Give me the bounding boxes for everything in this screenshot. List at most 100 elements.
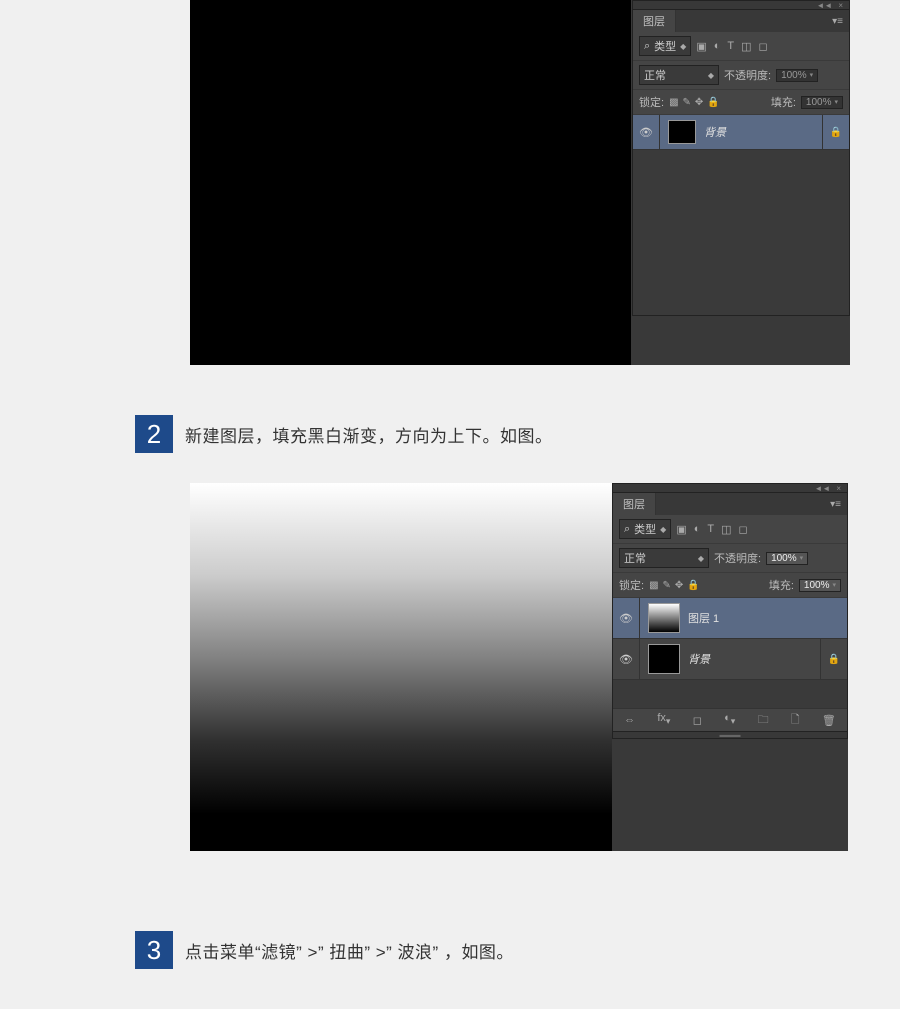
new-layer-icon[interactable]: 🗋 <box>791 711 800 730</box>
lock-row: 锁定: ▩ ✎ ✥ 🔒 填充: 100% ▾ <box>633 90 849 115</box>
lock-label: 锁定: <box>619 577 644 593</box>
image-filter-icon[interactable]: ▣ <box>676 523 686 536</box>
chevron-down-icon: ◆ <box>708 71 714 80</box>
type-filter[interactable]: ⌕ 类型 ◆ <box>619 519 671 539</box>
shape-filter-icon[interactable]: ◫ <box>741 40 751 53</box>
blend-mode-value: 正常 <box>644 67 666 83</box>
text-filter-icon[interactable]: T <box>727 40 734 53</box>
layer-name[interactable]: 背景 <box>688 651 820 667</box>
fx-icon[interactable]: fx▾ <box>657 712 670 727</box>
layers-tab[interactable]: 图层 <box>613 493 656 515</box>
visibility-icon[interactable]: 👁 <box>633 115 660 149</box>
smart-filter-icon[interactable]: ◻ <box>739 523 748 536</box>
layers-panel: ◄◄ × 图层 ▾≡ ⌕ 类型 ◆ ▣ ◐ T ◫ ◻ 正常 ◆ <box>612 483 848 739</box>
lock-icon[interactable]: 🔒 <box>820 639 847 679</box>
panel-resize-grip[interactable]: ▬▬▬ <box>613 731 847 738</box>
fill-label: 填充: <box>769 577 794 593</box>
chevron-down-icon: ▾ <box>834 98 838 106</box>
layers-tab[interactable]: 图层 <box>633 10 676 32</box>
adjust-filter-icon[interactable]: ◐ <box>694 523 701 536</box>
chevron-down-icon: ◆ <box>680 42 686 51</box>
step-3: 3 点击菜单“滤镜” >” 扭曲” >” 波浪” ，如图。 <box>135 931 900 969</box>
opacity-input[interactable]: 100% ▾ <box>776 69 818 82</box>
smart-filter-icon[interactable]: ◻ <box>759 40 768 53</box>
lock-label: 锁定: <box>639 94 664 110</box>
adjust-filter-icon[interactable]: ◐ <box>714 40 721 53</box>
panel-tab-row: 图层 ▾≡ <box>633 10 849 32</box>
step-text: 新建图层，填充黑白渐变，方向为上下。如图。 <box>185 422 553 447</box>
lock-icons: ▩ ✎ ✥ 🔒 <box>649 580 700 591</box>
panel-menu-icon[interactable]: ▾≡ <box>830 499 841 510</box>
lock-brush-icon[interactable]: ✎ <box>683 97 691 108</box>
image-filter-icon[interactable]: ▣ <box>696 40 706 53</box>
chevron-down-icon: ▾ <box>800 554 804 562</box>
chevron-down-icon: ▾ <box>810 71 814 79</box>
layer-name[interactable]: 背景 <box>704 124 822 140</box>
type-label: 类型 <box>654 38 676 54</box>
panel-menu-icon[interactable]: ▾≡ <box>832 16 843 27</box>
folder-icon[interactable]: 🗀 <box>758 711 769 730</box>
layer-row-background[interactable]: 👁 背景 🔒 <box>613 639 847 680</box>
adjustment-icon[interactable]: ◐▾ <box>724 712 735 727</box>
shape-filter-icon[interactable]: ◫ <box>721 523 731 536</box>
layer-name[interactable]: 图层 1 <box>688 610 847 626</box>
type-label: 类型 <box>634 521 656 537</box>
chevron-down-icon: ◆ <box>698 554 704 563</box>
layer-row-1[interactable]: 👁 图层 1 <box>613 598 847 639</box>
lock-icon[interactable]: 🔒 <box>822 115 849 149</box>
lock-all-icon[interactable]: 🔒 <box>707 97 719 108</box>
blend-row: 正常 ◆ 不透明度: 100% ▾ <box>633 61 849 90</box>
lock-all-icon[interactable]: 🔒 <box>687 580 699 591</box>
layer-list: 👁 背景 🔒 <box>633 115 849 315</box>
filter-icons: ▣ ◐ T ◫ ◻ <box>676 523 747 536</box>
fill-input[interactable]: 100% ▾ <box>801 96 843 109</box>
collapse-icon[interactable]: ◄◄ <box>814 484 830 493</box>
collapse-icon[interactable]: ◄◄ <box>816 1 832 10</box>
close-icon[interactable]: × <box>836 484 841 493</box>
lock-row: 锁定: ▩ ✎ ✥ 🔒 填充: 100% ▾ <box>613 573 847 598</box>
opacity-label: 不透明度: <box>724 67 771 83</box>
lock-pixels-icon[interactable]: ▩ <box>669 97 678 108</box>
filter-row: ⌕ 类型 ◆ ▣ ◐ T ◫ ◻ <box>633 32 849 61</box>
step-2: 2 新建图层，填充黑白渐变，方向为上下。如图。 <box>135 415 900 453</box>
trash-icon[interactable]: 🗑 <box>822 714 836 727</box>
canvas-area <box>190 483 612 851</box>
blend-mode-select[interactable]: 正常 ◆ <box>619 548 709 568</box>
blend-mode-value: 正常 <box>624 550 646 566</box>
lock-brush-icon[interactable]: ✎ <box>663 580 671 591</box>
panel-footer: ⇔ fx▾ ◻ ◐▾ 🗀 🗋 🗑 <box>613 708 847 731</box>
layer-thumbnail[interactable] <box>648 603 680 633</box>
layer-row-background[interactable]: 👁 背景 🔒 <box>633 115 849 150</box>
panel-tab-row: 图层 ▾≡ <box>613 493 847 515</box>
mask-icon[interactable]: ◻ <box>693 714 702 727</box>
fill-value: 100% <box>806 97 832 108</box>
step-number: 3 <box>135 931 173 969</box>
visibility-icon[interactable]: 👁 <box>613 639 640 679</box>
fill-input[interactable]: 100% ▾ <box>799 579 841 592</box>
fill-label: 填充: <box>771 94 796 110</box>
lock-move-icon[interactable]: ✥ <box>695 97 703 108</box>
filter-row: ⌕ 类型 ◆ ▣ ◐ T ◫ ◻ <box>613 515 847 544</box>
lock-icons: ▩ ✎ ✥ 🔒 <box>669 97 720 108</box>
layer-thumbnail[interactable] <box>668 120 696 144</box>
canvas-area <box>190 0 631 365</box>
opacity-label: 不透明度: <box>714 550 761 566</box>
layer-thumbnail[interactable] <box>648 644 680 674</box>
lock-pixels-icon[interactable]: ▩ <box>649 580 658 591</box>
panel-topbar: ◄◄ × <box>613 484 847 493</box>
step-text: 点击菜单“滤镜” >” 扭曲” >” 波浪” ，如图。 <box>185 938 514 963</box>
close-icon[interactable]: × <box>838 1 843 10</box>
link-icon[interactable]: ⇔ <box>624 714 635 726</box>
visibility-icon[interactable]: 👁 <box>613 598 640 638</box>
step-number: 2 <box>135 415 173 453</box>
blend-mode-select[interactable]: 正常 ◆ <box>639 65 719 85</box>
opacity-value: 100% <box>781 70 807 81</box>
opacity-value: 100% <box>771 553 797 564</box>
lock-move-icon[interactable]: ✥ <box>675 580 683 591</box>
layer-list: 👁 图层 1 👁 背景 🔒 <box>613 598 847 708</box>
text-filter-icon[interactable]: T <box>707 523 714 536</box>
opacity-input[interactable]: 100% ▾ <box>766 552 808 565</box>
type-filter[interactable]: ⌕ 类型 ◆ <box>639 36 691 56</box>
filter-icons: ▣ ◐ T ◫ ◻ <box>696 40 767 53</box>
chevron-down-icon: ◆ <box>660 525 666 534</box>
